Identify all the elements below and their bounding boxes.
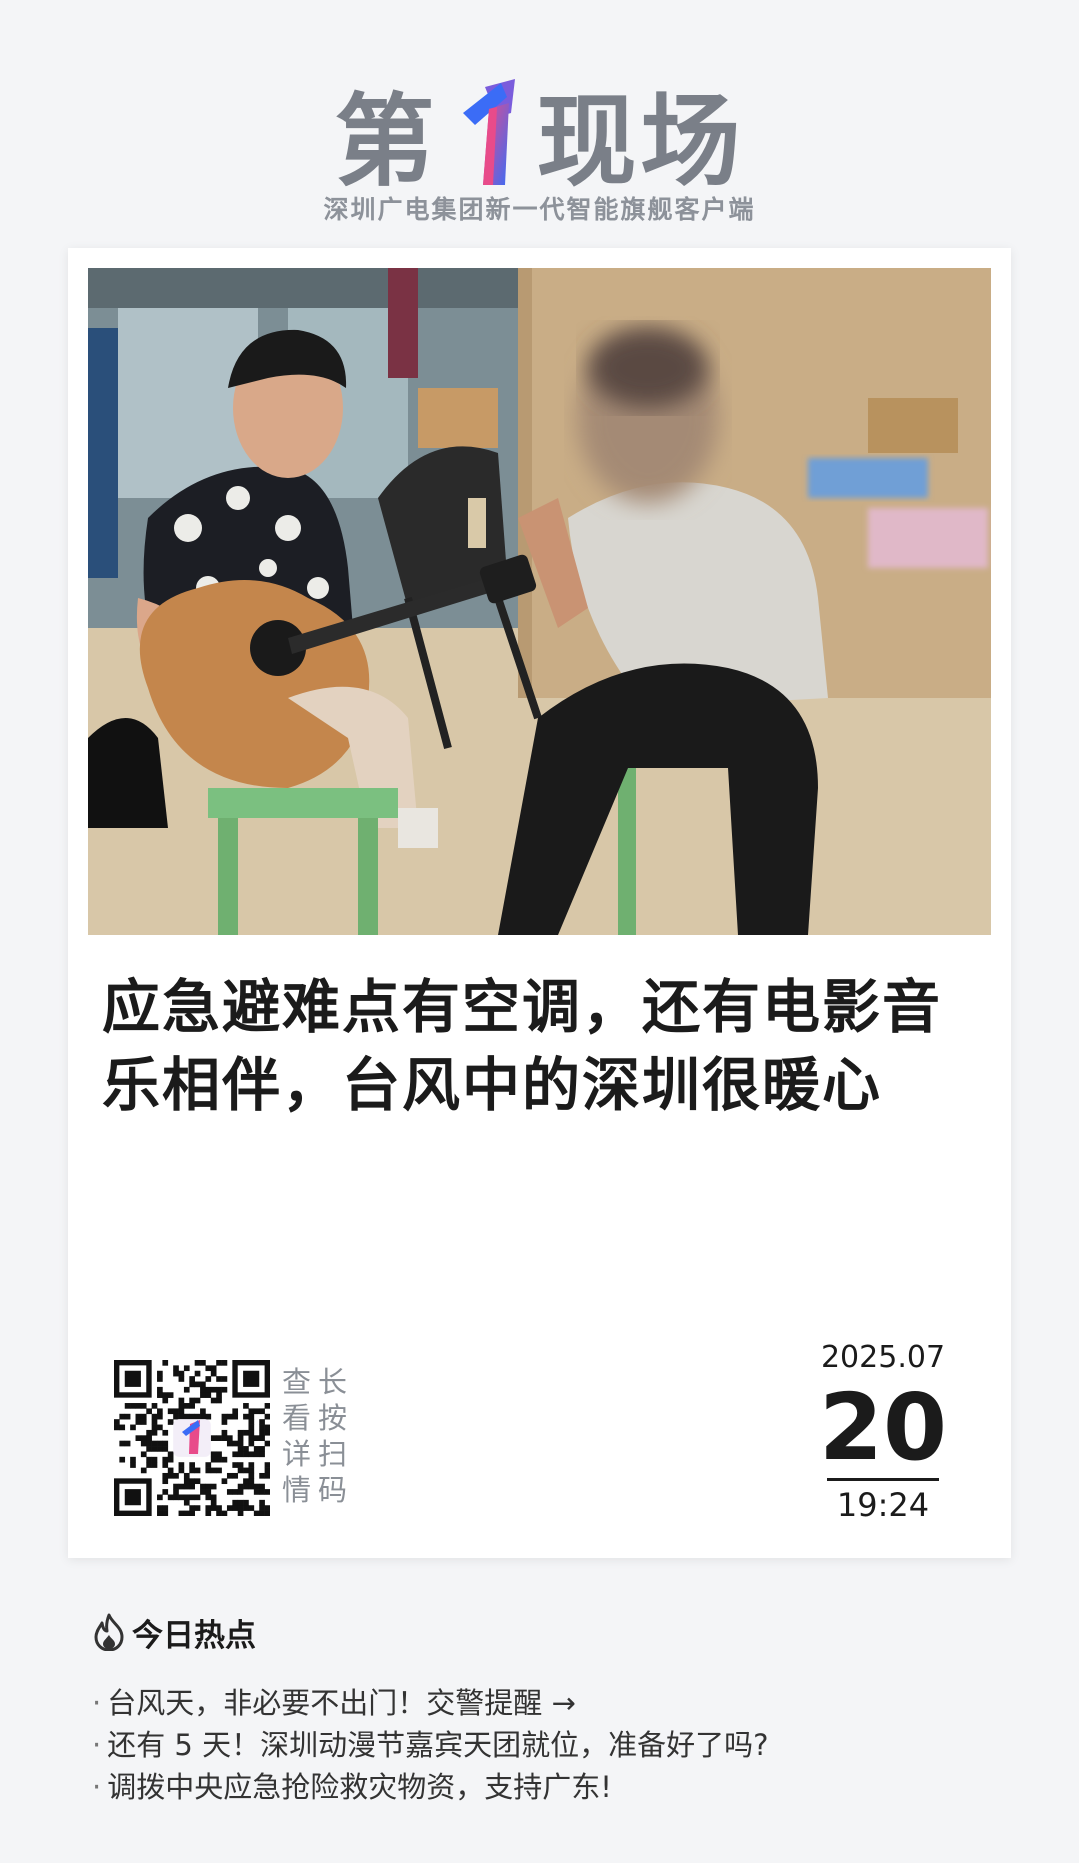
app-tagline: 深圳广电集团新一代智能旗舰客户端 [323,195,756,224]
qr-hint-char: 长 [318,1365,348,1399]
bullet: · [92,1770,102,1804]
qr-code-icon[interactable] [114,1360,271,1517]
hot-topic-text[interactable]: 还有 5 天！深圳动漫节嘉宾天团就位，准备好了吗? [107,1728,768,1762]
qr-hint-char: 详 [282,1437,312,1471]
qr-hint-char: 查 [282,1365,312,1399]
bullet: · [92,1728,102,1762]
qr-hint-char: 情 [282,1473,312,1507]
hot-topics: 今日热点 · 台风天，非必要不出门！交警提醒 → · 还有 5 天！深圳动漫节嘉宾天… [92,1610,1032,1808]
hot-topic-item[interactable]: · 还有 5 天！深圳动漫节嘉宾天团就位，准备好了吗? [92,1724,1032,1766]
date-day: 20 [818,1374,948,1481]
app-logo: 第 现场 [0,60,1079,200]
logo-text-left: 第 [334,83,439,200]
article-headline[interactable]: 应急避难点有空调，还有电影音乐相伴，台风中的深圳很暖心 [102,968,982,1124]
bullet: · [92,1686,102,1720]
date-year-month: 2025.07 [820,1340,946,1375]
qr-hint-char: 码 [318,1473,348,1507]
logo-text-right: 现场 [536,83,745,200]
hot-topic-text[interactable]: 调拨中央应急抢险救灾物资，支持广东! [107,1770,612,1804]
hot-topics-title: 今日热点 [92,1610,1032,1654]
hot-topic-item[interactable]: · 台风天，非必要不出门！交警提醒 → [92,1682,1032,1724]
logo-one-icon [445,73,531,193]
news-card[interactable]: 应急避难点有空调，还有电影音乐相伴，台风中的深圳很暖心 查 长 看 按 详 扫 … [68,248,1011,1558]
hot-topics-list: · 台风天，非必要不出门！交警提醒 → · 还有 5 天！深圳动漫节嘉宾天团就位，准… [92,1682,1032,1808]
qr-hint: 查 长 看 按 详 扫 情 码 [282,1366,354,1506]
hot-topic-item[interactable]: · 调拨中央应急抢险救灾物资，支持广东! [92,1766,1032,1808]
qr-hint-char: 按 [318,1401,348,1435]
hot-topics-label: 今日热点 [132,1617,256,1654]
news-photo[interactable] [88,268,991,935]
hot-topic-text[interactable]: 台风天，非必要不出门！交警提醒 → [107,1686,576,1720]
qr-hint-char: 看 [282,1401,312,1435]
fire-icon [94,1613,124,1651]
qr-hint-char: 扫 [318,1437,348,1471]
publish-date: 2025.07 20 19:24 [788,1338,978,1523]
app-header: 第 现场 深圳广电集团新一代智能旗舰客户端 [0,0,1079,250]
date-time: 19:24 [836,1486,930,1524]
